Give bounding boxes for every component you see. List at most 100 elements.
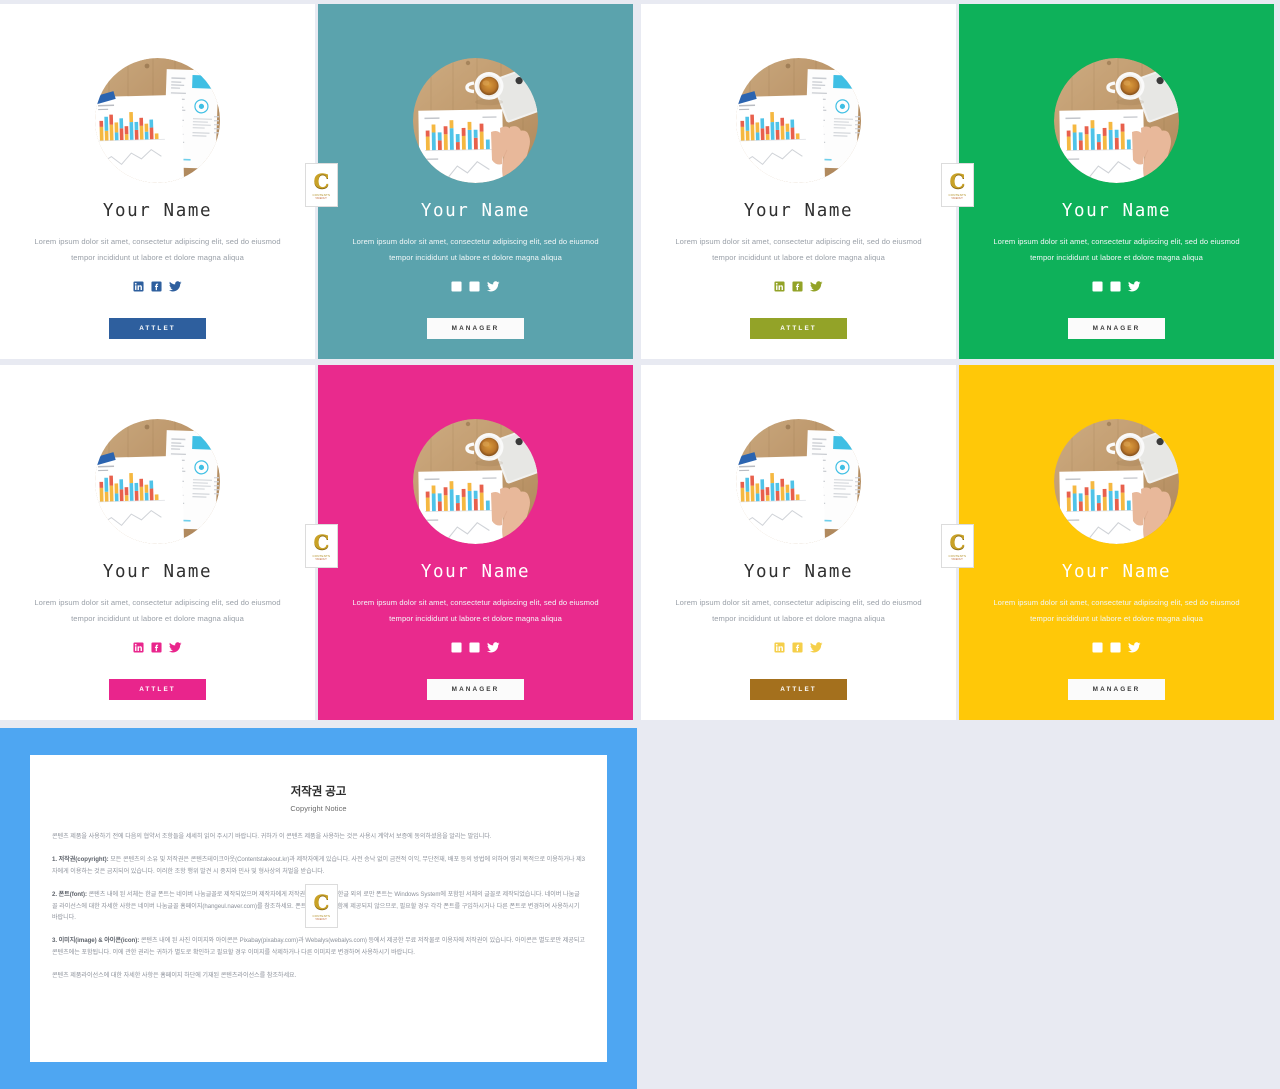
twitter-icon[interactable] (810, 641, 823, 653)
facebook-icon[interactable] (469, 281, 480, 292)
watermark-subtitle: TAKEOUT (951, 196, 964, 200)
linkedin-icon[interactable] (451, 281, 462, 292)
profile-cta-button[interactable]: ATTLET (109, 318, 206, 340)
profile-name: Your Name (1061, 562, 1172, 582)
social-links (451, 277, 500, 295)
profile-avatar (95, 58, 220, 183)
profile-name: Your Name (743, 201, 854, 221)
copyright-intro: 콘텐츠 제품을 사용하기 전에 다음의 협약서 조항들을 세세히 읽어 주시기 … (52, 833, 492, 840)
profile-cta-button[interactable]: ATTLET (750, 318, 847, 340)
watermark-subtitle: TAKEOUT (951, 557, 964, 561)
profile-name: Your Name (420, 562, 531, 582)
twitter-icon[interactable] (1128, 641, 1141, 653)
profile-avatar (736, 419, 861, 544)
linkedin-icon[interactable] (774, 281, 785, 292)
social-links (774, 638, 823, 656)
profile-name: Your Name (102, 201, 213, 221)
watermark-logo: C CONTENTS TAKEOUT (941, 524, 974, 568)
watermark-letter: C (949, 529, 966, 554)
copyright-section: 1. 저작권(copyright): 모든 콘텐츠의 소유 및 저작권은 콘텐츠… (52, 854, 585, 878)
profile-avatar (736, 58, 861, 183)
watermark-logo: C CONTENTS TAKEOUT (941, 163, 974, 207)
watermark-subtitle: TAKEOUT (315, 196, 328, 200)
social-links (1092, 638, 1141, 656)
watermark-title: CONTENTS (312, 913, 331, 918)
watermark-logo: C CONTENTS TAKEOUT (305, 524, 338, 568)
watermark-subtitle: TAKEOUT (315, 557, 328, 561)
profile-card: Your Name Lorem ipsum dolor sit amet, co… (0, 365, 315, 720)
profile-cta-button[interactable]: MANAGER (1068, 318, 1165, 340)
profile-cta-button[interactable]: MANAGER (1068, 679, 1165, 701)
watermark-letter: C (313, 168, 330, 193)
linkedin-icon[interactable] (451, 642, 462, 653)
linkedin-icon[interactable] (133, 281, 144, 292)
linkedin-icon[interactable] (133, 642, 144, 653)
profile-cta-button[interactable]: ATTLET (750, 679, 847, 701)
profile-card: Your Name Lorem ipsum dolor sit amet, co… (641, 365, 956, 720)
page-root: Your Name Lorem ipsum dolor sit amet, co… (0, 0, 1280, 1089)
twitter-icon[interactable] (169, 641, 182, 653)
profile-bio: Lorem ipsum dolor sit amet, consectetur … (352, 598, 599, 623)
profile-cta-button[interactable]: ATTLET (109, 679, 206, 701)
watermark-letter: C (313, 889, 330, 914)
facebook-icon[interactable] (469, 642, 480, 653)
social-links (133, 638, 182, 656)
facebook-icon[interactable] (792, 642, 803, 653)
profile-bio: Lorem ipsum dolor sit amet, consectetur … (34, 237, 281, 262)
profile-avatar (413, 58, 538, 183)
profile-card: Your Name Lorem ipsum dolor sit amet, co… (959, 365, 1274, 720)
profile-card-grid: Your Name Lorem ipsum dolor sit amet, co… (0, 0, 1280, 722)
profile-card: Your Name Lorem ipsum dolor sit amet, co… (318, 4, 633, 359)
twitter-icon[interactable] (1128, 280, 1141, 292)
linkedin-icon[interactable] (1092, 281, 1103, 292)
facebook-icon[interactable] (151, 642, 162, 653)
facebook-icon[interactable] (151, 281, 162, 292)
watermark-title: CONTENTS (948, 553, 967, 558)
copyright-section-label: 2. 폰트(font): (52, 890, 87, 898)
twitter-icon[interactable] (810, 280, 823, 292)
profile-bio: Lorem ipsum dolor sit amet, consectetur … (993, 237, 1240, 262)
watermark-logo: C CONTENTS TAKEOUT (305, 884, 338, 928)
profile-name: Your Name (743, 562, 854, 582)
profile-avatar (1054, 58, 1179, 183)
social-links (451, 638, 500, 656)
copyright-section-label: 3. 이미지(image) & 아이콘(icon): (52, 937, 140, 945)
profile-avatar (1054, 419, 1179, 544)
profile-cta-button[interactable]: MANAGER (427, 318, 524, 340)
profile-cta-button[interactable]: MANAGER (427, 679, 524, 701)
copyright-subtitle: Copyright Notice (290, 804, 347, 813)
linkedin-icon[interactable] (1092, 642, 1103, 653)
profile-bio: Lorem ipsum dolor sit amet, consectetur … (34, 598, 281, 623)
watermark-title: CONTENTS (312, 192, 331, 197)
profile-bio: Lorem ipsum dolor sit amet, consectetur … (675, 598, 922, 623)
profile-name: Your Name (1061, 201, 1172, 221)
profile-card: Your Name Lorem ipsum dolor sit amet, co… (0, 4, 315, 359)
profile-name: Your Name (420, 201, 531, 221)
profile-bio: Lorem ipsum dolor sit amet, consectetur … (993, 598, 1240, 623)
watermark-title: CONTENTS (948, 192, 967, 197)
social-links (1092, 277, 1141, 295)
profile-avatar (413, 419, 538, 544)
twitter-icon[interactable] (487, 280, 500, 292)
twitter-icon[interactable] (487, 641, 500, 653)
linkedin-icon[interactable] (774, 642, 785, 653)
social-links (774, 277, 823, 295)
profile-avatar (95, 419, 220, 544)
facebook-icon[interactable] (1110, 642, 1121, 653)
profile-card: Your Name Lorem ipsum dolor sit amet, co… (641, 4, 956, 359)
profile-bio: Lorem ipsum dolor sit amet, consectetur … (352, 237, 599, 262)
profile-name: Your Name (102, 562, 213, 582)
profile-bio: Lorem ipsum dolor sit amet, consectetur … (675, 237, 922, 262)
watermark-subtitle: TAKEOUT (315, 917, 328, 921)
copyright-section-label: 1. 저작권(copyright): (52, 855, 109, 863)
profile-card: Your Name Lorem ipsum dolor sit amet, co… (959, 4, 1274, 359)
copyright-footer: 콘텐츠 제품라이선스에 대한 자세한 사항은 홈페이지 하단에 기재된 콘텐츠라… (52, 972, 297, 979)
facebook-icon[interactable] (1110, 281, 1121, 292)
watermark-logo: C CONTENTS TAKEOUT (305, 163, 338, 207)
twitter-icon[interactable] (169, 280, 182, 292)
profile-card: Your Name Lorem ipsum dolor sit amet, co… (318, 365, 633, 720)
watermark-letter: C (313, 529, 330, 554)
copyright-section: 3. 이미지(image) & 아이콘(icon): 콘텐츠 내에 된 사진 이… (52, 935, 585, 959)
facebook-icon[interactable] (792, 281, 803, 292)
copyright-section-text: 모든 콘텐츠의 소유 및 저작권은 콘텐츠테이크아웃(Contentstakeo… (52, 855, 585, 875)
